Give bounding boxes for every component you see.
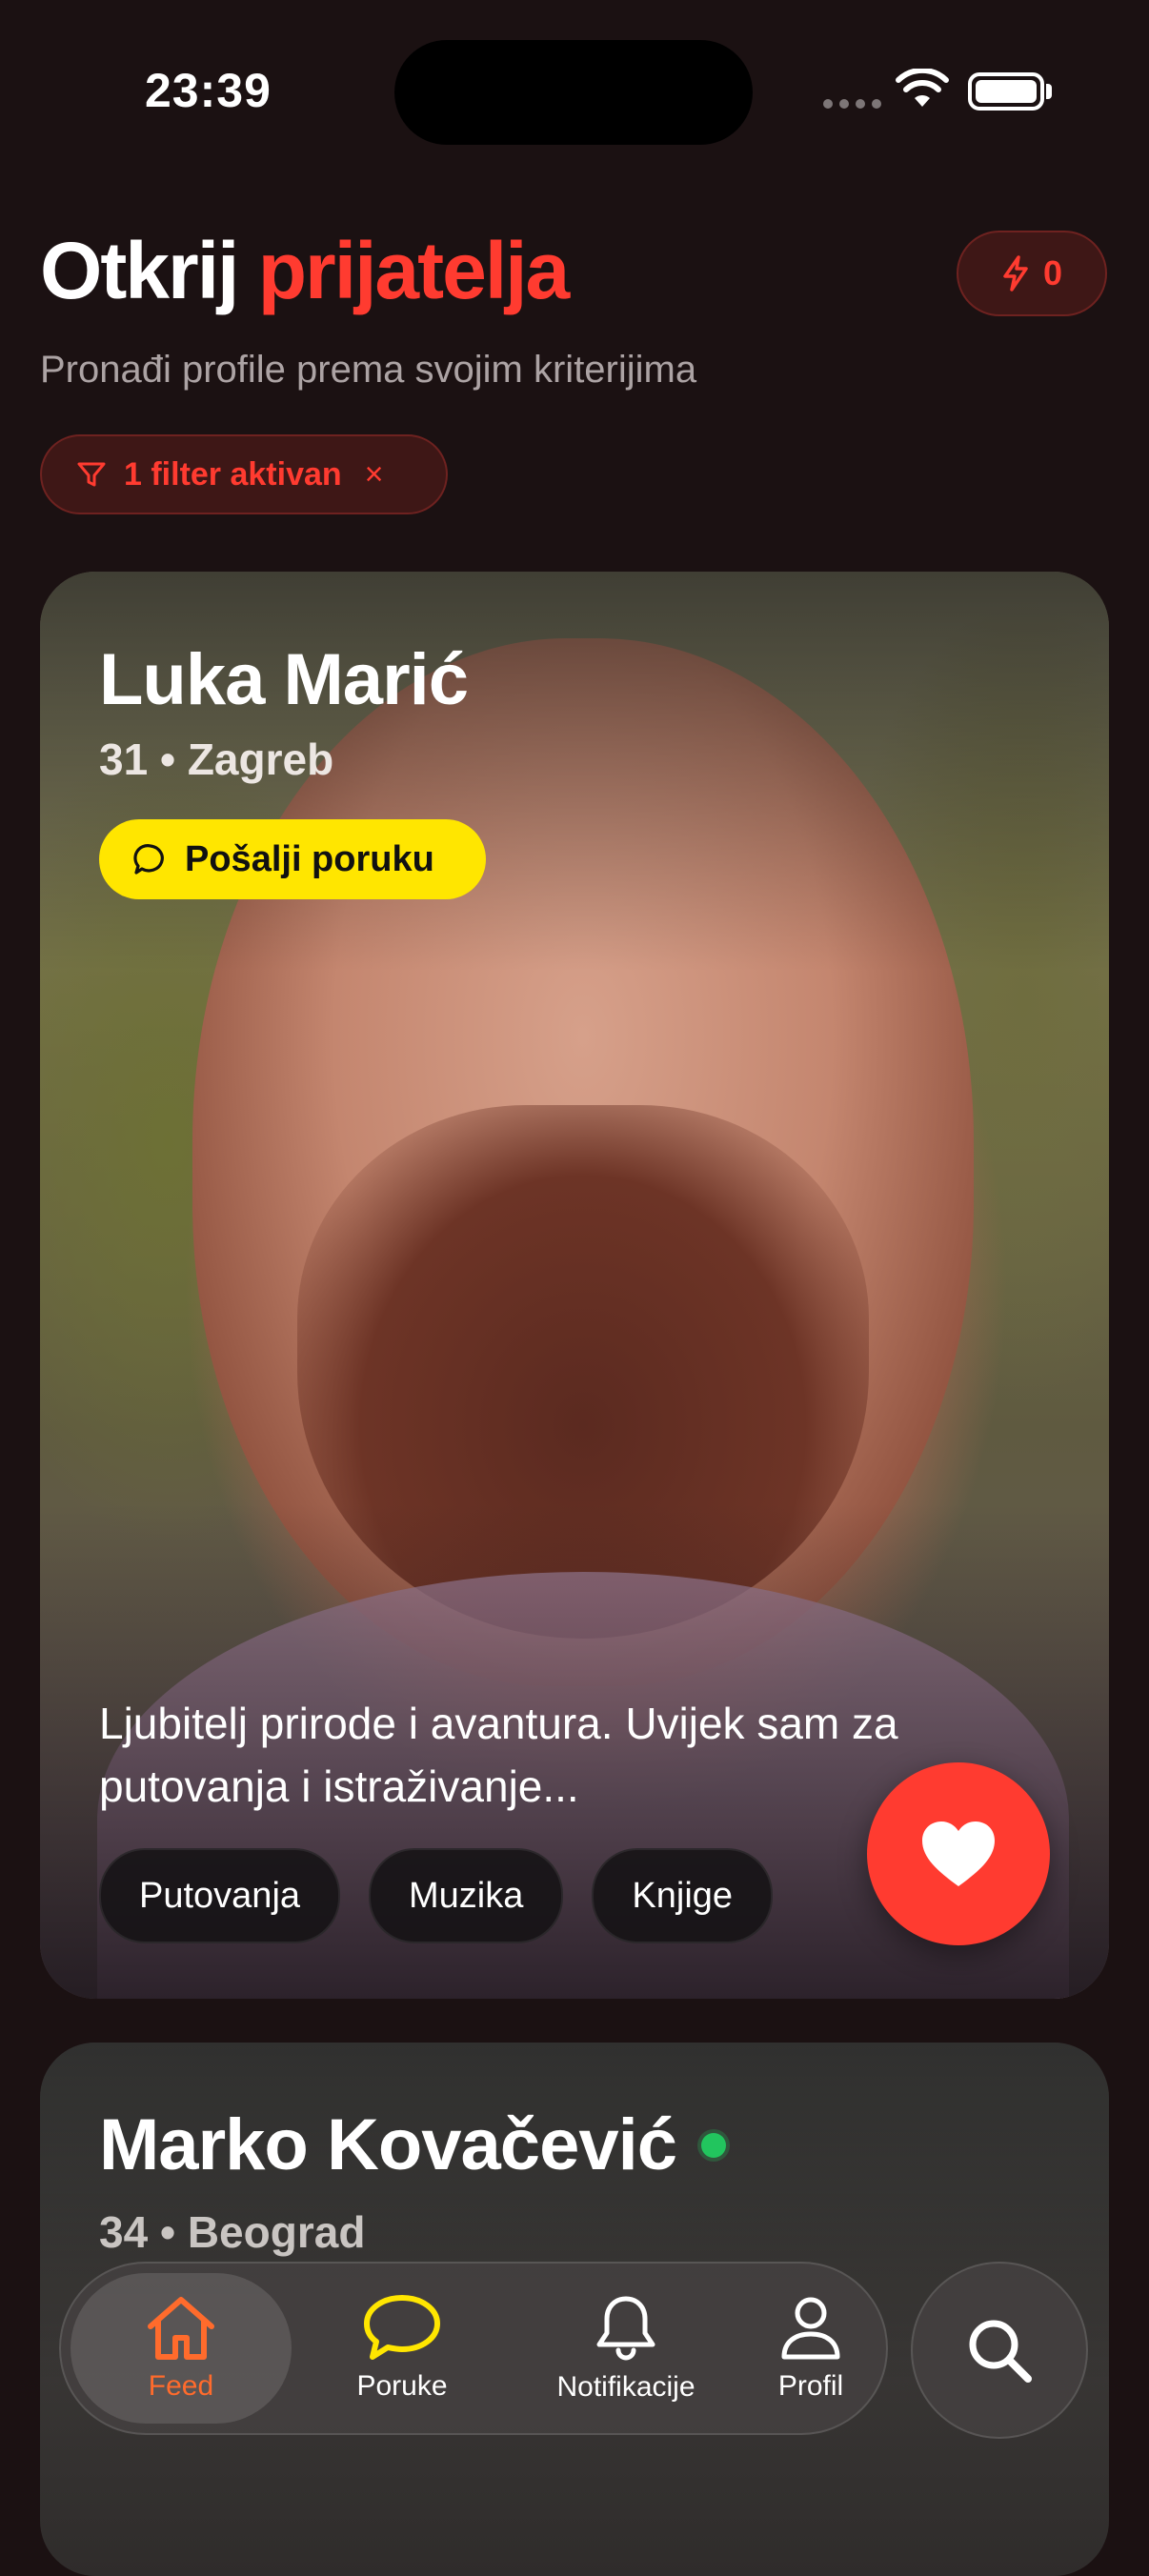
filter-clear-icon[interactable]: × — [365, 456, 384, 493]
search-button[interactable] — [911, 2262, 1088, 2439]
profile-bio: Ljubitelj prirode i avantura. Uvijek sam… — [99, 1699, 898, 1811]
tab-label: Notifikacije — [556, 2371, 695, 2403]
tab-feed[interactable]: Feed — [71, 2264, 292, 2433]
signal-icon — [823, 99, 881, 109]
like-button[interactable] — [867, 1762, 1050, 1945]
search-icon — [969, 2320, 1032, 2383]
boost-count: 0 — [1042, 253, 1063, 292]
interest-tag: Muzika — [369, 1848, 564, 1943]
chat-bubble-icon — [133, 844, 164, 875]
tab-label: Poruke — [356, 2370, 448, 2402]
tab-label: Profil — [777, 2370, 844, 2402]
online-indicator — [701, 2132, 726, 2158]
tab-notifications[interactable]: Notifikacije — [497, 2264, 755, 2433]
person-icon — [781, 2297, 840, 2360]
heart-icon — [922, 1821, 995, 1886]
page-subtitle: Pronađi profile prema svojim kriterijima — [40, 349, 697, 391]
battery-icon — [968, 72, 1044, 111]
send-message-label: Pošalji poruku — [185, 838, 434, 879]
chat-icon — [364, 2295, 440, 2360]
boost-button[interactable]: 0 — [957, 231, 1107, 316]
profile-age-city: 34 • Beograd — [99, 2207, 366, 2257]
filter-label: 1 filter aktivan — [124, 455, 342, 493]
interest-tag: Putovanja — [99, 1848, 341, 1943]
tab-profile[interactable]: Profil — [749, 2264, 873, 2433]
page-title: Otkrij prijatelja — [40, 225, 570, 317]
tab-bar: Feed Poruke Notifikacije Profil — [59, 2262, 888, 2435]
profile-name: Luka Marić — [99, 639, 469, 720]
lightning-icon — [1003, 255, 1028, 292]
interest-tags: Putovanja Muzika Knjige — [99, 1848, 774, 1943]
send-message-button[interactable]: Pošalji poruku — [99, 819, 486, 899]
bell-icon — [596, 2296, 655, 2361]
battery-tip — [1046, 84, 1052, 99]
wifi-icon — [896, 69, 949, 107]
home-icon — [148, 2297, 214, 2360]
profile-name-row: Marko Kovačević — [99, 2103, 726, 2186]
title-main: Otkrij — [40, 226, 239, 315]
active-filter-chip[interactable]: 1 filter aktivan × — [40, 434, 448, 514]
profile-name: Marko Kovačević — [99, 2104, 677, 2185]
tab-label: Feed — [148, 2370, 214, 2402]
interest-tag: Knjige — [592, 1848, 774, 1943]
tab-messages[interactable]: Poruke — [307, 2264, 497, 2433]
title-accent: prijatelja — [257, 226, 570, 315]
filter-icon — [77, 462, 106, 487]
dynamic-island — [394, 40, 753, 145]
status-time: 23:39 — [145, 64, 272, 117]
profile-card[interactable]: Luka Marić 31 • Zagreb Pošalji poruku Lj… — [40, 572, 1109, 1999]
profile-age-city: 31 • Zagreb — [99, 735, 334, 784]
